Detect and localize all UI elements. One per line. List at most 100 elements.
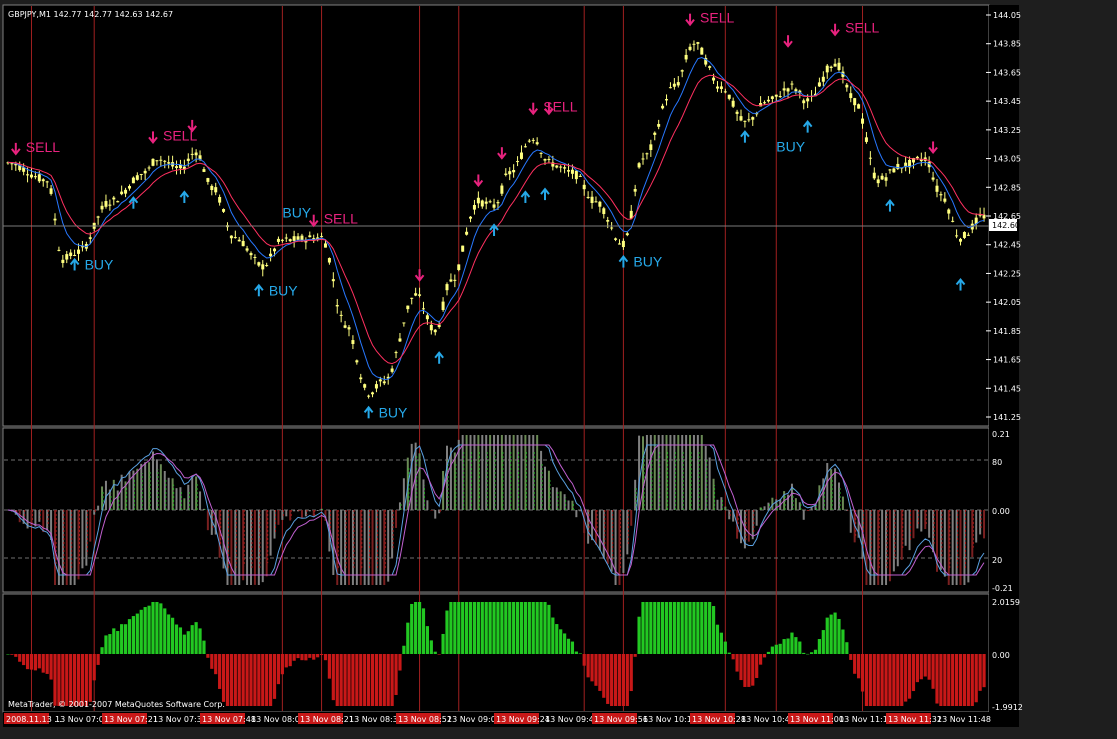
histogram-bar <box>543 602 547 654</box>
candle-body <box>429 324 433 331</box>
candle-body <box>127 186 131 189</box>
candle-body <box>351 340 355 344</box>
candle-body <box>26 174 30 176</box>
candle-body <box>155 160 159 162</box>
histogram-bar <box>445 610 449 654</box>
histogram-bar <box>421 608 426 654</box>
histogram-bar <box>276 654 281 685</box>
time-axis-labels: 2008.11.13 ...13 Nov 07:0513 Nov 07:2113… <box>4 713 991 724</box>
candle-body <box>492 204 496 208</box>
candle-body <box>535 142 539 145</box>
histogram-bar <box>602 654 606 698</box>
histogram-bar <box>735 654 739 672</box>
histogram-bar <box>668 602 673 654</box>
histogram-bar <box>14 654 18 657</box>
candle-body <box>884 177 888 181</box>
histogram-bar <box>198 628 202 654</box>
candle-body <box>786 88 790 92</box>
candle-body <box>563 167 567 169</box>
price-tick-label: 143.05 <box>993 155 1021 164</box>
candle-body <box>692 43 696 45</box>
histogram-bar <box>711 606 716 654</box>
price-tick-label: 141.85 <box>993 327 1021 336</box>
histogram-bar <box>813 649 818 654</box>
histogram-bar <box>958 654 963 706</box>
time-tick-label: 13 Nov 10:44 <box>741 715 795 724</box>
histogram-bar <box>955 654 959 706</box>
price-tick-label: 143.45 <box>993 97 1021 106</box>
histogram-bar <box>65 654 69 706</box>
candle-body <box>229 235 233 239</box>
price-tick-label: 142.25 <box>993 269 1021 278</box>
histogram-bar <box>84 654 88 706</box>
histogram-bar <box>449 602 453 654</box>
histogram-bar <box>233 654 237 706</box>
current-price-label: 142.60 <box>992 221 1020 230</box>
candle-body <box>327 258 331 263</box>
histogram-bar <box>241 654 245 706</box>
histogram-bar <box>786 638 790 654</box>
histogram-bar <box>880 654 884 706</box>
histogram-bar <box>766 651 771 654</box>
buy-signal-label: BUY <box>379 404 408 420</box>
histogram-bar <box>939 654 943 706</box>
histogram-bar <box>316 654 320 658</box>
time-tick-label: 13 Nov 08:05 <box>251 715 305 724</box>
candle-body <box>864 137 868 142</box>
candle-body <box>594 201 598 203</box>
metatrader-chart[interactable]: SELLSELLBUYBUYSELLBUYSELLBUYSELLSELLBUYB… <box>0 0 1117 739</box>
time-tick-label: 13 Nov 07:36 <box>153 715 207 724</box>
histogram-bar <box>312 654 316 660</box>
histogram-bar <box>229 654 233 706</box>
histogram-bar <box>382 654 386 706</box>
histogram-bar <box>637 616 641 654</box>
candle-body <box>378 379 382 382</box>
candle-body <box>45 181 49 183</box>
histogram-bar <box>151 602 155 654</box>
candle-body <box>735 111 739 114</box>
candle-body <box>527 140 531 142</box>
histogram-bar <box>131 616 135 654</box>
candle-body <box>445 284 449 291</box>
histogram-bar <box>37 654 41 669</box>
histogram-bar <box>225 654 230 706</box>
histogram-bar <box>280 654 284 675</box>
histogram-bar <box>182 634 186 654</box>
histogram-pane[interactable] <box>2 593 990 713</box>
histogram-bar <box>484 602 488 654</box>
price-pane[interactable] <box>2 4 990 427</box>
histogram-bar <box>406 622 410 654</box>
candle-body <box>10 163 14 165</box>
histogram-bar <box>18 654 22 662</box>
histogram-bar <box>296 654 300 659</box>
histogram-bar <box>731 654 735 660</box>
candle-body <box>339 314 343 316</box>
histogram-bar <box>923 654 927 677</box>
time-tick-label: 13 Nov 11:00 <box>790 715 844 724</box>
candle-body <box>488 201 492 203</box>
histogram-bar <box>770 646 774 654</box>
candle-body <box>245 248 249 251</box>
candle-body <box>296 236 300 240</box>
candle-body <box>453 279 457 281</box>
candle-body <box>139 173 143 175</box>
histogram-bar <box>331 654 335 701</box>
buy-signal-label: BUY <box>776 138 805 154</box>
histogram-bar <box>966 654 970 706</box>
candle-body <box>915 156 919 159</box>
histogram-tick-label: -1.9912 <box>992 703 1023 712</box>
candle-body <box>465 231 469 235</box>
histogram-bar <box>649 602 653 654</box>
candle-body <box>849 93 853 99</box>
candle-body <box>308 235 312 238</box>
histogram-bar <box>73 654 77 706</box>
histogram-bar <box>143 607 147 654</box>
candle-body <box>96 216 100 218</box>
candle-body <box>512 169 516 173</box>
histogram-bar <box>751 654 755 686</box>
histogram-bar <box>970 654 974 706</box>
histogram-bar <box>551 617 555 654</box>
histogram-bar <box>864 654 869 706</box>
candle-body <box>723 91 727 93</box>
candle-body <box>614 238 618 240</box>
